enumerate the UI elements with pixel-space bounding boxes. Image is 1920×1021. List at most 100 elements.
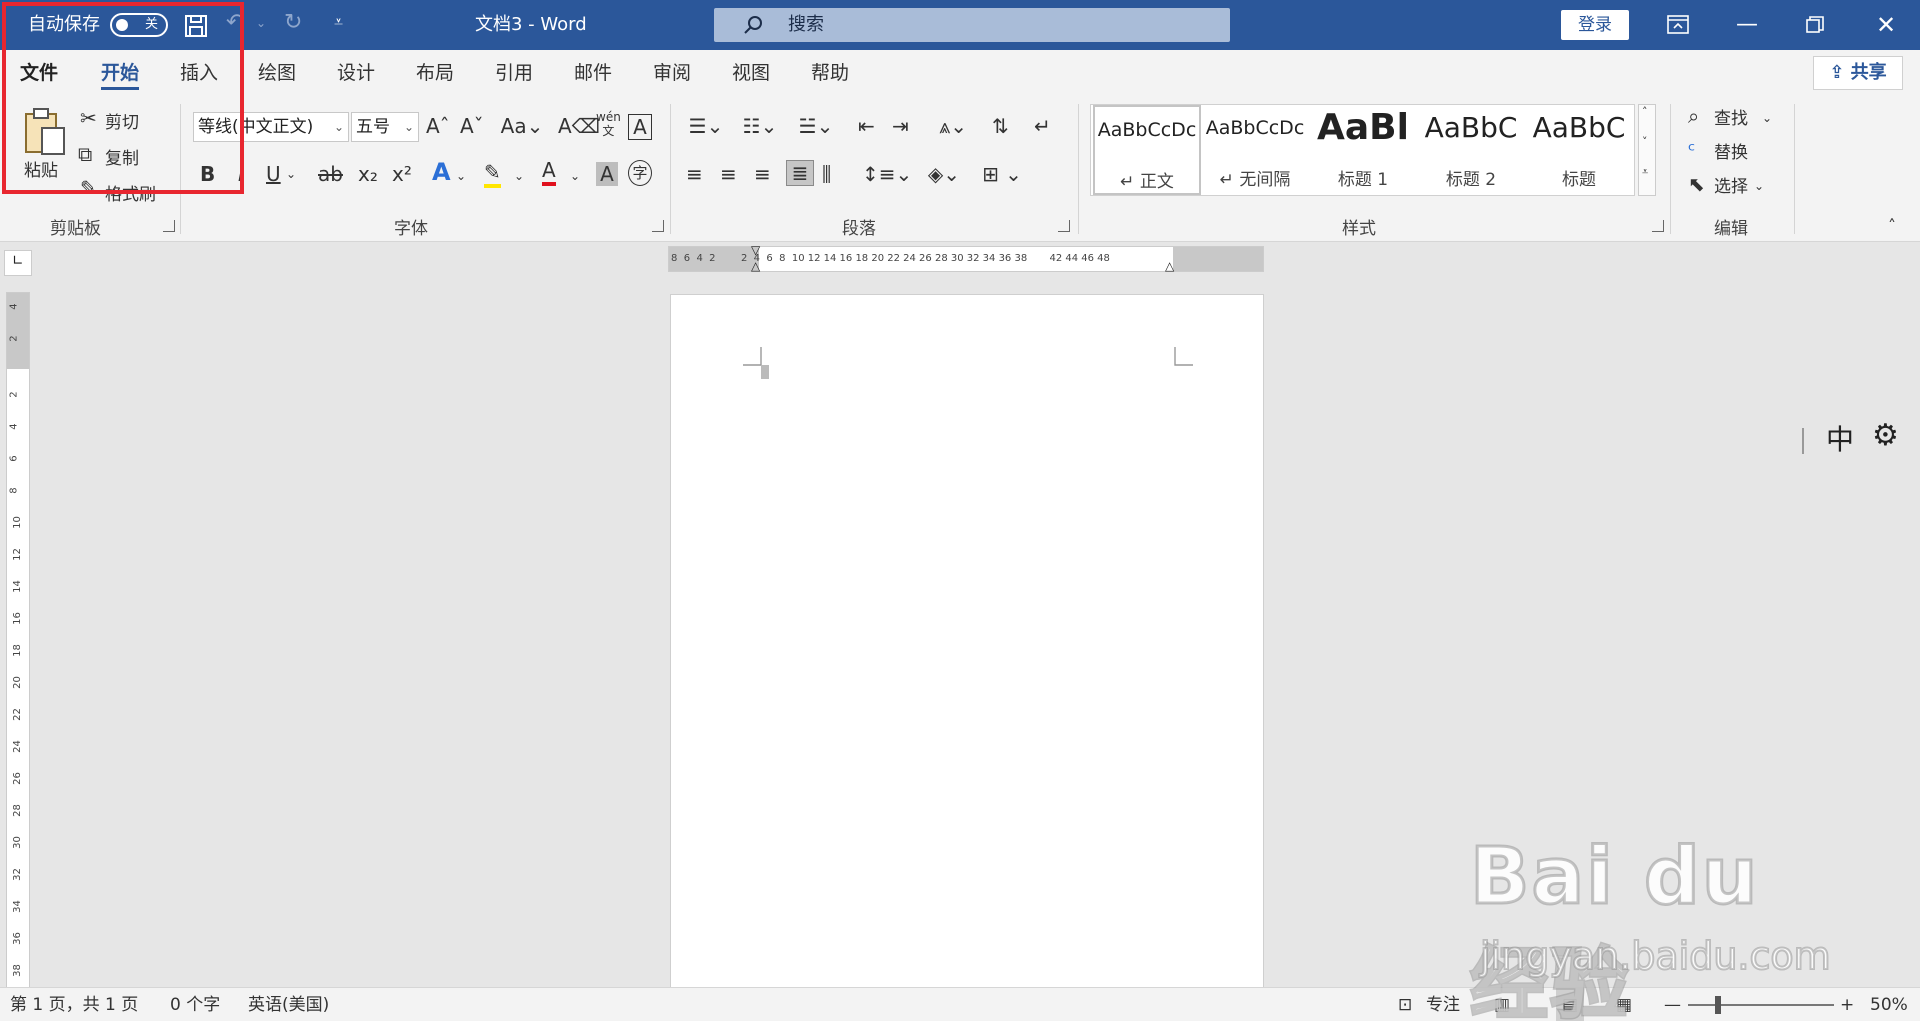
subscript-icon[interactable]: x₂ xyxy=(358,162,378,186)
highlight-icon[interactable]: ✎ xyxy=(484,160,501,188)
vertical-ruler[interactable]: 4 2 2 4 6 8 10 12 14 16 18 20 22 24 26 28 30 32 34 36 38 xyxy=(6,292,30,997)
enclose-characters-icon[interactable]: 字 xyxy=(628,160,652,186)
tab-mailings[interactable]: 邮件 xyxy=(574,50,612,96)
style-heading-1[interactable]: AaBl 标题 1 xyxy=(1309,105,1417,195)
font-color-icon[interactable]: A xyxy=(542,158,556,186)
close-icon[interactable]: ✕ xyxy=(1856,0,1916,50)
select-dropdown-icon[interactable]: ⌄ xyxy=(1754,174,1764,198)
redo-icon[interactable]: ↻ xyxy=(284,10,302,35)
copy-button[interactable]: 复制 xyxy=(105,144,139,169)
multilevel-list-icon[interactable]: ☱⌄ xyxy=(794,114,838,138)
ribbon-display-options-icon[interactable] xyxy=(1667,15,1689,35)
minimize-icon[interactable]: — xyxy=(1717,0,1777,50)
ime-handle[interactable] xyxy=(1802,428,1804,454)
tab-layout[interactable]: 布局 xyxy=(416,50,454,96)
select-icon[interactable]: ⬉ xyxy=(1688,172,1705,196)
find-icon[interactable]: ⌕ xyxy=(1688,104,1699,128)
distributed-icon[interactable]: ⫼ xyxy=(822,162,831,186)
styles-launcher-icon[interactable] xyxy=(1652,220,1664,232)
strikethrough-icon[interactable]: ab xyxy=(318,162,343,186)
style-normal[interactable]: AaBbCcDc ↵ 正文 xyxy=(1093,105,1201,195)
copy-icon[interactable]: ⧉ xyxy=(78,142,92,166)
focus-mode[interactable]: 专注 xyxy=(1426,988,1460,1021)
tab-view[interactable]: 视图 xyxy=(732,50,770,96)
format-painter-icon[interactable]: ✎ xyxy=(80,176,97,200)
align-right-icon[interactable]: ≡ xyxy=(754,162,771,186)
undo-dropdown-icon[interactable]: ⌄ xyxy=(256,16,266,30)
font-color-dropdown-icon[interactable]: ⌄ xyxy=(570,164,580,188)
zoom-in-icon[interactable]: + xyxy=(1840,988,1854,1021)
document-page[interactable] xyxy=(670,294,1264,999)
shading-icon[interactable]: ◈⌄ xyxy=(924,162,964,186)
style-title[interactable]: AaBbC 标题 xyxy=(1525,105,1633,195)
share-button[interactable]: ⇪ 共享 xyxy=(1813,56,1903,90)
page-info[interactable]: 第 1 页，共 1 页 xyxy=(10,988,138,1021)
numbering-icon[interactable]: ☷⌄ xyxy=(740,114,780,138)
collapse-ribbon-icon[interactable]: ˄ xyxy=(1888,214,1896,238)
undo-icon[interactable]: ↶ xyxy=(226,10,244,35)
ime-mode[interactable]: 中 xyxy=(1826,418,1854,458)
highlight-dropdown-icon[interactable]: ⌄ xyxy=(514,164,524,188)
change-case-icon[interactable]: Aa⌄ xyxy=(500,114,544,138)
scroll-up-icon[interactable]: ˄ xyxy=(1642,105,1648,118)
text-effects-icon[interactable]: A xyxy=(432,160,451,184)
customize-qat-icon[interactable]: ⩡ xyxy=(334,12,343,32)
ime-settings-icon[interactable]: ⚙ xyxy=(1872,418,1899,453)
login-button[interactable]: 登录 xyxy=(1561,10,1629,40)
align-center-icon[interactable]: ≡ xyxy=(720,162,737,186)
zoom-level[interactable]: 50% xyxy=(1870,988,1908,1021)
grow-font-icon[interactable]: Aˆ xyxy=(426,114,450,138)
first-line-indent-icon[interactable]: ▽ xyxy=(751,243,760,257)
tab-design[interactable]: 设计 xyxy=(337,50,375,96)
phonetic-guide-icon[interactable]: wén 文 xyxy=(596,110,621,138)
bold-icon[interactable]: B xyxy=(200,162,215,186)
replace-icon[interactable]: ᶜ xyxy=(1688,138,1695,162)
search-box[interactable]: 搜索 xyxy=(714,8,1230,42)
word-count[interactable]: 0 个字 xyxy=(170,988,220,1021)
cut-button[interactable]: 剪切 xyxy=(105,108,139,133)
italic-icon[interactable]: I xyxy=(238,162,244,186)
tab-home[interactable]: 开始 xyxy=(101,50,140,96)
select-button[interactable]: 选择 xyxy=(1714,172,1748,197)
tab-references[interactable]: 引用 xyxy=(495,50,533,96)
paragraph-launcher-icon[interactable] xyxy=(1058,220,1070,232)
increase-indent-icon[interactable]: ⇥ xyxy=(892,114,909,138)
clear-formatting-icon[interactable]: A⌫ xyxy=(558,114,600,138)
autosave-toggle[interactable]: 关 xyxy=(110,13,168,37)
focus-icon[interactable]: ⊡ xyxy=(1398,988,1412,1021)
tab-review[interactable]: 审阅 xyxy=(653,50,691,96)
bullets-icon[interactable]: ☰⌄ xyxy=(686,114,726,138)
clipboard-launcher-icon[interactable] xyxy=(163,220,175,232)
restore-icon[interactable] xyxy=(1806,16,1824,34)
underline-icon[interactable]: U xyxy=(266,162,281,186)
superscript-icon[interactable]: x² xyxy=(392,162,412,186)
save-icon[interactable] xyxy=(184,14,208,38)
find-dropdown-icon[interactable]: ⌄ xyxy=(1762,106,1772,130)
tab-selector[interactable]: ∟ xyxy=(4,250,32,276)
borders-icon[interactable]: ⊞ ⌄ xyxy=(978,162,1026,186)
font-size-combo[interactable]: 五号 ⌄ xyxy=(351,112,419,142)
find-button[interactable]: 查找 xyxy=(1714,104,1748,129)
style-heading-2[interactable]: AaBbC 标题 2 xyxy=(1417,105,1525,195)
chinese-layout-icon[interactable]: ⩓⌄ xyxy=(932,114,974,138)
format-painter-button[interactable]: 格式刷 xyxy=(105,180,156,205)
font-name-combo[interactable]: 等线(中文正文) ⌄ xyxy=(193,112,349,142)
text-effects-dropdown-icon[interactable]: ⌄ xyxy=(456,164,466,188)
right-indent-icon[interactable]: △ xyxy=(1165,259,1174,273)
tab-help[interactable]: 帮助 xyxy=(811,50,849,96)
styles-more-icon[interactable]: ⩡ xyxy=(1642,165,1648,179)
character-shading-icon[interactable]: A xyxy=(596,162,618,186)
decrease-indent-icon[interactable]: ⇤ xyxy=(858,114,875,138)
tab-draw[interactable]: 绘图 xyxy=(258,50,296,96)
horizontal-ruler[interactable]: 8 6 4 2 2 4 6 8 10 12 14 16 18 20 22 24 … xyxy=(668,243,1264,273)
paste-label[interactable]: 粘贴 xyxy=(24,156,58,181)
align-left-icon[interactable]: ≡ xyxy=(686,162,703,186)
sort-icon[interactable]: ⇅ xyxy=(992,114,1009,138)
show-marks-icon[interactable]: ↵ xyxy=(1034,114,1051,138)
hanging-indent-icon[interactable]: △ xyxy=(751,259,760,273)
character-border-icon[interactable]: A xyxy=(628,114,652,140)
paste-icon[interactable] xyxy=(22,106,68,156)
style-no-spacing[interactable]: AaBbCcDc ↵ 无间隔 xyxy=(1201,105,1309,195)
font-launcher-icon[interactable] xyxy=(652,220,664,232)
line-spacing-icon[interactable]: ↕≡⌄ xyxy=(862,162,912,186)
